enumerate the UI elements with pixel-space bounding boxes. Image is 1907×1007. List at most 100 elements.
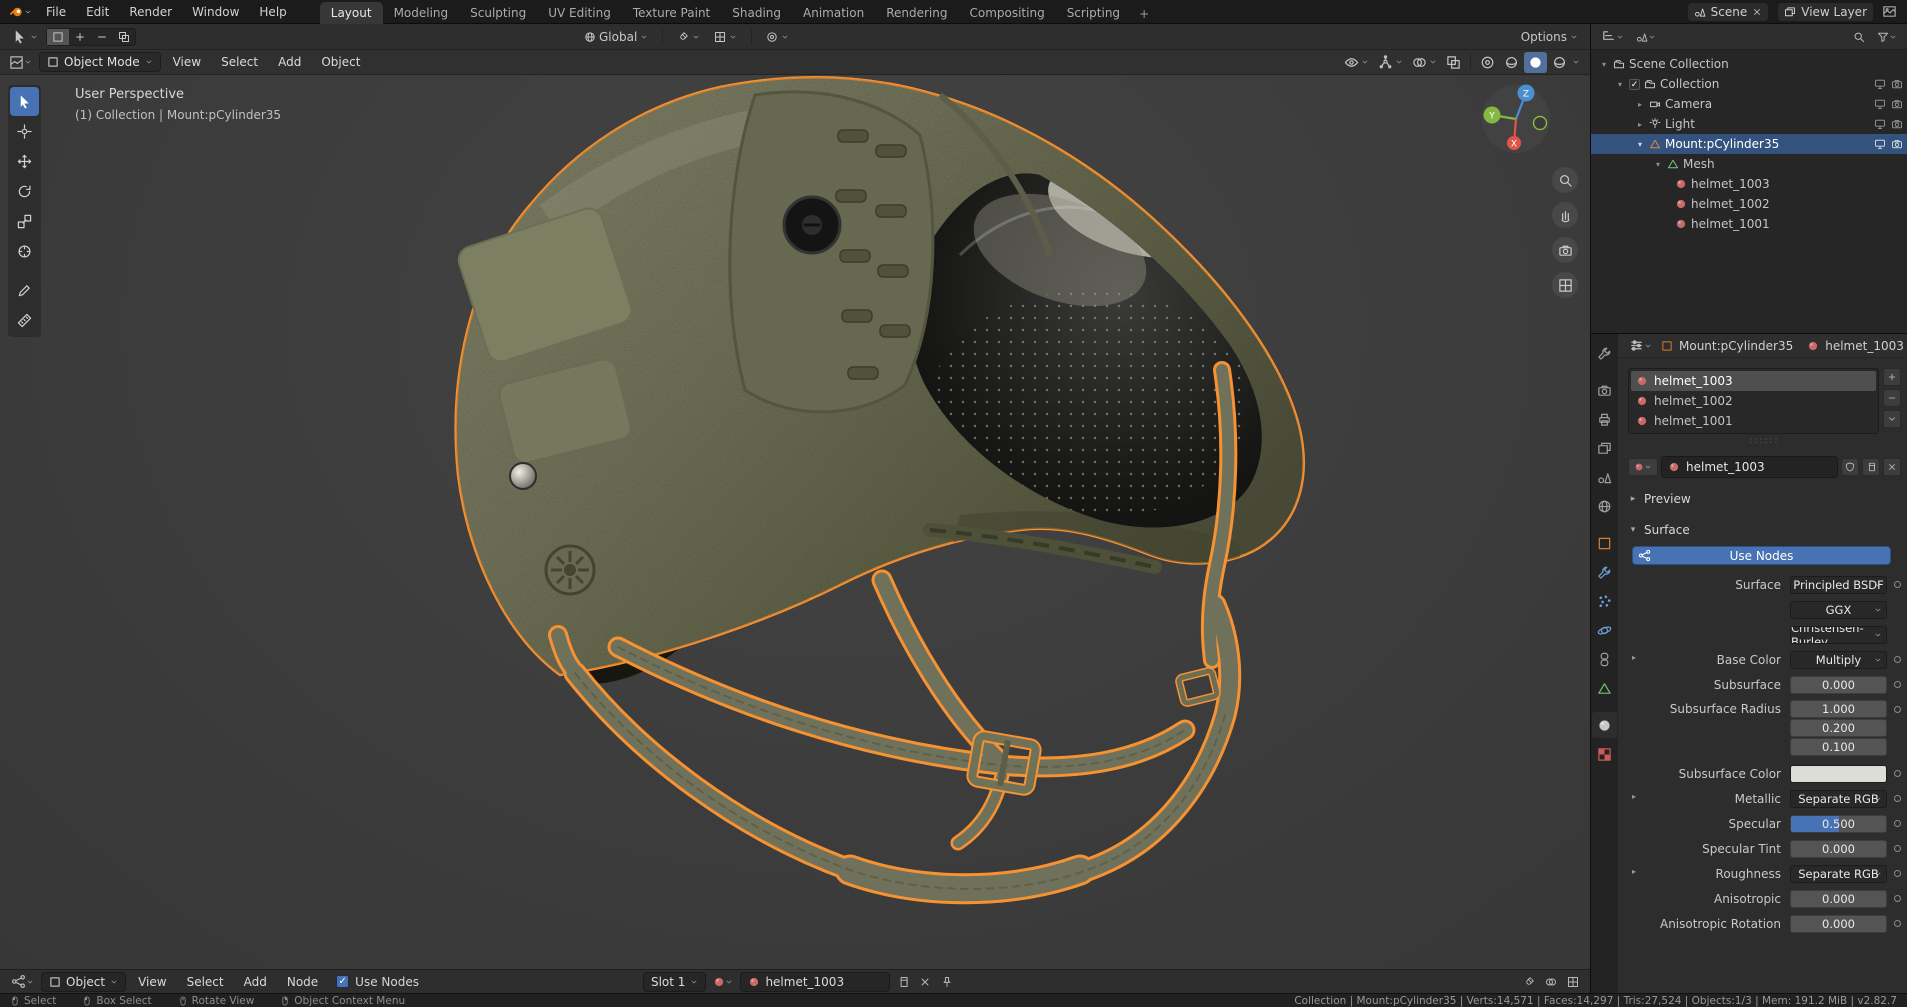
scene-selector[interactable]: Scene [1686, 1, 1770, 22]
hide-viewport-icon[interactable] [1874, 98, 1886, 110]
specular-slider[interactable]: 0.500 [1790, 814, 1887, 833]
collection-checkbox[interactable]: ✓ [1629, 78, 1640, 90]
disable-render-icon[interactable] [1891, 98, 1903, 110]
outliner-filter-dropdown[interactable] [1874, 28, 1900, 46]
shading-material-button[interactable] [1524, 51, 1547, 73]
decorator-dot[interactable] [1894, 870, 1901, 877]
overlay-toggle[interactable] [1542, 973, 1560, 991]
unlink-scene-icon[interactable] [1752, 7, 1762, 17]
socket-expand-icon[interactable]: ▸ [1628, 653, 1640, 662]
snap-target-dropdown[interactable] [710, 29, 741, 45]
tab-compositing[interactable]: Compositing [958, 2, 1055, 24]
navigation-gizmo[interactable]: Z Y X [1482, 84, 1550, 154]
surface-shader-dropdown[interactable]: Principled BSDF [1790, 575, 1887, 594]
tab-particles[interactable] [1592, 588, 1617, 614]
outliner-row-light[interactable]: ▸ Light [1591, 114, 1907, 134]
decorator-dot[interactable] [1894, 770, 1901, 777]
shader-editor-type-dropdown[interactable] [8, 971, 37, 992]
use-nodes-button[interactable]: Use Nodes [1632, 546, 1891, 565]
tab-uv-editing[interactable]: UV Editing [537, 2, 622, 24]
tab-shading[interactable]: Shading [721, 2, 792, 24]
outliner-row-helmet-1003[interactable]: helmet_1003 [1591, 174, 1907, 194]
slot-dropdown[interactable]: Slot 1 [642, 971, 707, 992]
select-mode-intersect[interactable] [113, 29, 135, 45]
expand-icon[interactable]: ▾ [1653, 160, 1663, 169]
shading-rendered-button[interactable] [1548, 52, 1571, 73]
disable-render-icon[interactable] [1891, 78, 1903, 90]
decorator-dot[interactable] [1894, 681, 1901, 688]
tab-texture-paint[interactable]: Texture Paint [622, 2, 721, 24]
disable-render-icon[interactable] [1891, 138, 1903, 150]
expand-icon[interactable]: ▾ [1635, 140, 1645, 149]
list-resize-grip[interactable]: :::::: [1628, 434, 1901, 448]
select-mode-set[interactable] [47, 28, 69, 45]
anisotropic-rotation-field[interactable]: 0.000 [1790, 914, 1887, 933]
specular-tint-field[interactable]: 0.000 [1790, 839, 1887, 858]
subsurface-method-dropdown[interactable]: Christensen-Burley [1790, 625, 1887, 644]
remove-slot-button[interactable] [1883, 389, 1901, 407]
tab-texture[interactable] [1592, 741, 1617, 767]
tool-select-box[interactable] [10, 87, 39, 116]
display-mode-dropdown[interactable] [1633, 28, 1659, 46]
slot-helmet-1001[interactable]: helmet_1001 [1631, 411, 1876, 431]
surface-panel-header[interactable]: ▾ Surface [1628, 519, 1901, 540]
new-material-button[interactable] [1862, 458, 1880, 476]
menu-view[interactable]: View [165, 52, 209, 72]
breadcrumb-object[interactable]: Mount:pCylinder35 [1679, 339, 1793, 353]
tool-scale[interactable] [10, 207, 39, 236]
outliner-row-collection[interactable]: ▾ ✓ Collection [1591, 74, 1907, 94]
tool-rotate[interactable] [10, 177, 39, 206]
3d-scene[interactable]: Z Y X [0, 75, 1590, 969]
editor-type-dropdown[interactable] [6, 52, 35, 73]
fake-user-button[interactable] [1841, 458, 1859, 476]
pin-button[interactable] [938, 973, 956, 991]
tab-rendering[interactable]: Rendering [875, 2, 958, 24]
add-workspace-button[interactable]: + [1131, 4, 1157, 24]
slot-helmet-1002[interactable]: helmet_1002 [1631, 391, 1876, 411]
shader-menu-node[interactable]: Node [279, 972, 326, 992]
socket-expand-icon[interactable]: ▸ [1628, 792, 1640, 801]
tab-animation[interactable]: Animation [792, 2, 875, 24]
shader-type-dropdown[interactable]: Object [41, 971, 127, 992]
subsurface-value-field[interactable]: 0.000 [1790, 675, 1887, 694]
render-result-icon[interactable] [1882, 4, 1897, 19]
tab-sculpting[interactable]: Sculpting [459, 2, 537, 24]
base-color-link-dropdown[interactable]: Multiply [1790, 650, 1887, 669]
outliner-row-mesh[interactable]: ▾ Mesh [1591, 154, 1907, 174]
gizmos-toggle[interactable] [1374, 52, 1407, 73]
camera-view-button[interactable] [1552, 237, 1578, 263]
browse-material-button[interactable] [1628, 458, 1658, 476]
anisotropic-field[interactable]: 0.000 [1790, 889, 1887, 908]
menu-add[interactable]: Add [270, 52, 309, 72]
select-mode-extend[interactable] [69, 29, 91, 45]
decorator-dot[interactable] [1894, 845, 1901, 852]
radius-z-field[interactable]: 0.100 [1790, 738, 1887, 756]
tab-object[interactable] [1592, 530, 1617, 556]
tab-material[interactable] [1592, 712, 1617, 738]
tab-world[interactable] [1592, 493, 1617, 519]
select-mode-subtract[interactable] [91, 29, 113, 45]
decorator-dot[interactable] [1894, 920, 1901, 927]
chevron-down-icon[interactable] [1572, 58, 1580, 66]
overlays-toggle[interactable] [1408, 52, 1441, 73]
menu-file[interactable]: File [37, 2, 75, 22]
properties-editor-type-dropdown[interactable] [1626, 335, 1655, 356]
pan-button[interactable] [1552, 202, 1578, 228]
tab-view-layer[interactable] [1592, 435, 1617, 461]
outliner-row-camera[interactable]: ▸ Camera [1591, 94, 1907, 114]
shading-solid-button[interactable] [1500, 52, 1523, 73]
visibility-dropdown[interactable] [1340, 52, 1373, 73]
menu-window[interactable]: Window [183, 2, 248, 22]
unlink-material-button[interactable] [916, 973, 934, 991]
outliner-search-button[interactable] [1850, 28, 1868, 46]
shading-wireframe-button[interactable] [1476, 52, 1499, 73]
active-tool-dropdown[interactable] [8, 27, 42, 46]
outliner-row-helmet-1002[interactable]: helmet_1002 [1591, 194, 1907, 214]
hide-viewport-icon[interactable] [1874, 138, 1886, 150]
tab-object-data[interactable] [1592, 675, 1617, 701]
socket-expand-icon[interactable]: ▸ [1628, 867, 1640, 876]
3d-viewport[interactable]: Z Y X User Perspective (1) Collection | … [0, 75, 1590, 969]
use-nodes-checkbox[interactable]: ✓ [336, 975, 350, 988]
tab-render[interactable] [1592, 377, 1617, 403]
menu-help[interactable]: Help [250, 2, 295, 22]
